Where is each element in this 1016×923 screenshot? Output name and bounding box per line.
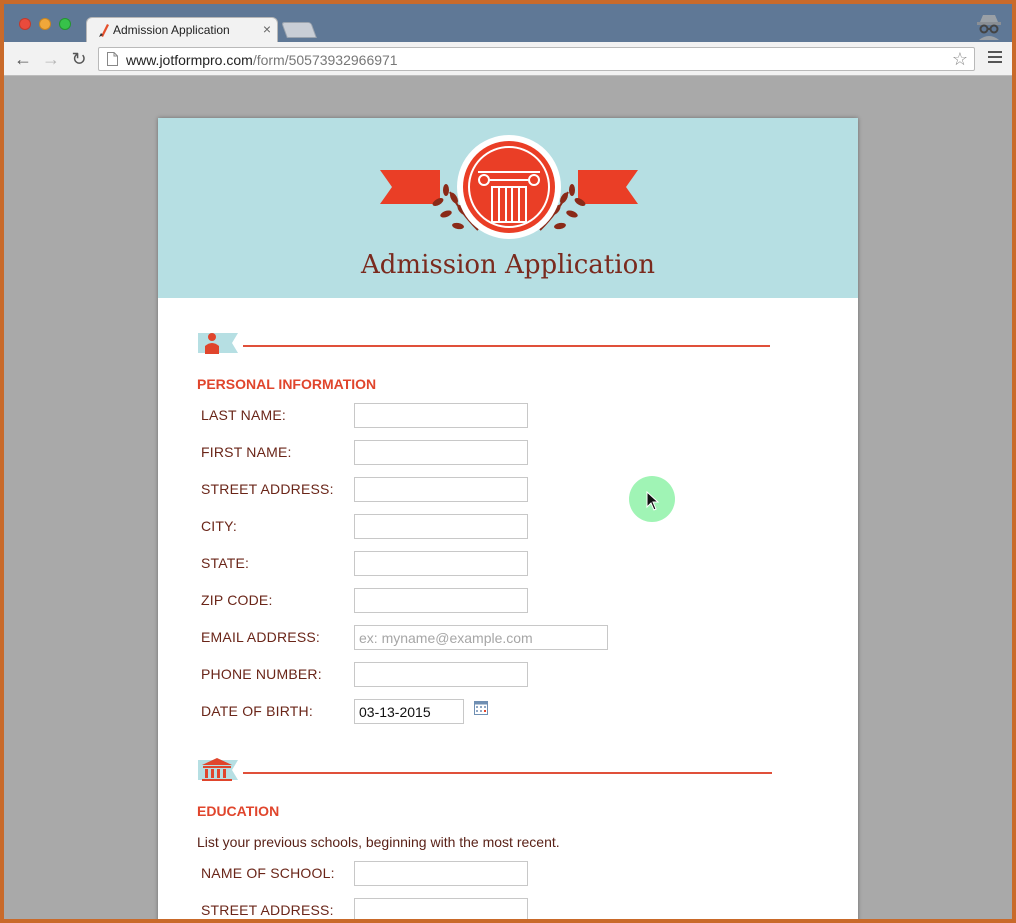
label-first-name: FIRST NAME: [201, 444, 292, 460]
date-of-birth-input[interactable] [354, 699, 464, 724]
label-state: STATE: [201, 555, 250, 571]
close-window-button[interactable] [19, 18, 31, 30]
tab-close-icon[interactable]: × [263, 21, 271, 37]
label-last-name: LAST NAME: [201, 407, 286, 423]
state-input[interactable] [354, 551, 528, 576]
label-street-address: STREET ADDRESS: [201, 481, 334, 497]
incognito-icon [977, 15, 1001, 40]
last-name-input[interactable] [354, 403, 528, 428]
section-title-personal: PERSONAL INFORMATION [197, 376, 377, 392]
section-description-education: List your previous schools, beginning wi… [197, 834, 560, 850]
phone-input[interactable] [354, 662, 528, 687]
url-text: www.jotformpro.com/form/50573932966971 [126, 52, 398, 68]
hamburger-menu-icon[interactable] [988, 51, 1002, 67]
browser-window: Admission Application × ← → ↻ www.jotfor… [4, 4, 1012, 919]
label-city: CITY: [201, 518, 238, 534]
school-name-input[interactable] [354, 861, 528, 886]
zoom-window-button[interactable] [59, 18, 71, 30]
reload-icon[interactable]: ↻ [69, 49, 89, 69]
new-tab-button[interactable] [281, 22, 317, 38]
label-name-of-school: NAME OF SCHOOL: [201, 865, 335, 881]
section-divider-line [243, 772, 772, 774]
school-building-icon [198, 758, 238, 781]
tab-title: Admission Application [113, 23, 230, 37]
section-title-education: EDUCATION [197, 803, 280, 819]
browser-toolbar: ← → ↻ www.jotformpro.com/form/5057393296… [4, 42, 1012, 76]
url-path: /form/50573932966971 [252, 52, 398, 68]
form-header: Admission Application [158, 118, 858, 298]
page-icon [107, 52, 118, 66]
email-input[interactable] [354, 625, 608, 650]
city-input[interactable] [354, 514, 528, 539]
label-email-address: EMAIL ADDRESS: [201, 629, 320, 645]
back-arrow-icon[interactable]: ← [13, 49, 33, 69]
address-bar[interactable]: www.jotformpro.com/form/50573932966971 ☆ [98, 47, 975, 71]
calendar-icon[interactable] [474, 701, 488, 715]
bookmark-star-icon[interactable]: ☆ [952, 49, 968, 69]
label-date-of-birth: DATE OF BIRTH: [201, 703, 313, 719]
first-name-input[interactable] [354, 440, 528, 465]
form-title: Admission Application [361, 250, 655, 280]
browser-tab-active[interactable]: Admission Application × [86, 17, 278, 43]
label-zip-code: ZIP CODE: [201, 592, 273, 608]
person-icon [198, 333, 238, 354]
url-host: www.jotformpro.com [126, 52, 253, 68]
forward-arrow-icon[interactable]: → [41, 49, 61, 69]
zip-code-input[interactable] [354, 588, 528, 613]
school-street-address-input[interactable] [354, 898, 528, 919]
tab-strip: Admission Application × [4, 4, 1012, 43]
column-laurel-logo-icon [380, 135, 638, 239]
label-school-street-address: STREET ADDRESS: [201, 902, 334, 918]
section-divider-line [243, 345, 770, 347]
mouse-pointer-icon [646, 491, 660, 511]
jotform-favicon-icon [99, 24, 109, 37]
street-address-input[interactable] [354, 477, 528, 502]
minimize-window-button[interactable] [39, 18, 51, 30]
form-card: Admission Application PERSONAL INFORMATI… [158, 118, 858, 919]
label-phone-number: PHONE NUMBER: [201, 666, 322, 682]
